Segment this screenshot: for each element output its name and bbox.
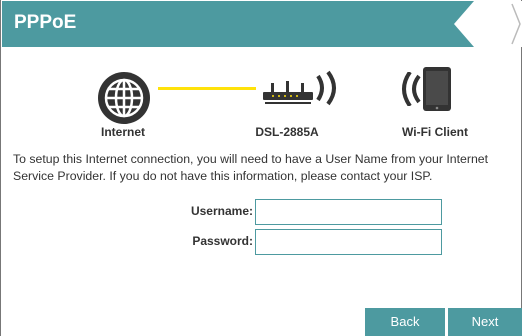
tablet-icon: [423, 67, 451, 111]
next-button[interactable]: Next: [448, 308, 522, 336]
header-notch-icon: [454, 1, 522, 47]
connection-line: [158, 87, 256, 90]
password-row: Password:: [1, 229, 522, 255]
client-wifi-signal-icon: [402, 72, 421, 106]
connection-diagram: Internet DSL-2885A Wi-Fi Client: [1, 62, 522, 142]
wizard-header: PPPoE: [2, 1, 522, 47]
globe-icon: [98, 72, 150, 124]
internet-label: Internet: [100, 125, 146, 139]
password-input[interactable]: [255, 229, 442, 255]
username-row: Username:: [1, 199, 522, 225]
wizard-frame: PPPoE Internet DSL-2885A Wi-Fi Client To…: [0, 0, 522, 336]
router-icon: [263, 81, 313, 104]
back-button[interactable]: Back: [365, 308, 445, 336]
router-label: DSL-2885A: [255, 125, 319, 139]
wifi-client-label: Wi-Fi Client: [402, 125, 468, 139]
description-text: To setup this Internet connection, you w…: [13, 152, 489, 183]
username-input[interactable]: [255, 199, 442, 225]
wifi-signal-icon: [316, 70, 336, 106]
username-label: Username:: [190, 204, 253, 218]
page-title: PPPoE: [14, 12, 77, 33]
password-label: Password:: [192, 234, 253, 248]
